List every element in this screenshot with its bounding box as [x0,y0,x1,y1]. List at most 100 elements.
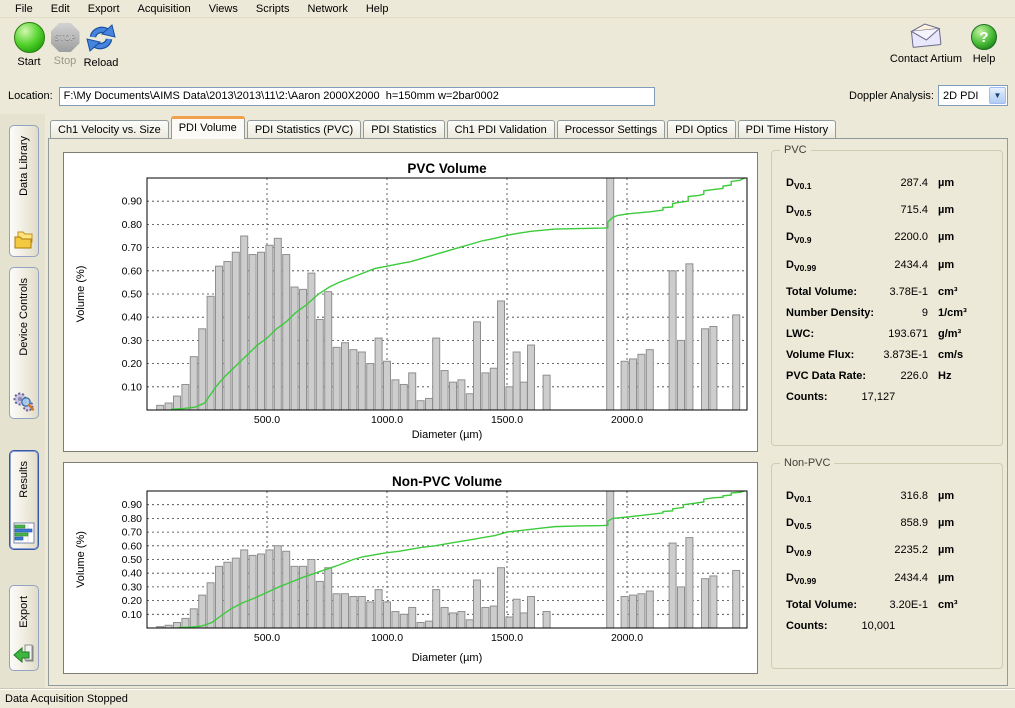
folders-icon [13,229,35,251]
menu-edit[interactable]: Edit [42,1,79,17]
sidebar-item-device-controls[interactable]: Device Controls [9,267,39,419]
tab-pdi-optics[interactable]: PDI Optics [667,120,736,139]
svg-text:0.50: 0.50 [122,554,143,566]
pvc-stats-groupbox: PVC DV0.1 287.4 µm DV0.5 715.4 µm DV0.9 … [771,150,1003,446]
stat-row-nonpvc-counts: Counts: 10,001 [786,620,990,632]
svg-text:0.60: 0.60 [122,265,143,277]
svg-text:0.30: 0.30 [122,335,143,347]
chevron-down-icon[interactable]: ▼ [989,87,1006,104]
non-pvc-volume-chart: 0.100.200.300.400.500.600.700.800.90500.… [63,462,758,674]
menu-bar: File Edit Export Acquisition Views Scrip… [0,0,1015,18]
doppler-analysis-value: 2D PDI [939,90,988,102]
svg-text:0.40: 0.40 [122,568,143,580]
svg-text:Volume (%): Volume (%) [75,531,87,588]
svg-text:0.70: 0.70 [122,242,143,254]
menu-file[interactable]: File [6,1,42,17]
tab-ch1-pdi-validation[interactable]: Ch1 PDI Validation [447,120,555,139]
app-window: File Edit Export Acquisition Views Scrip… [0,0,1015,708]
reload-button[interactable]: Reload [74,22,128,69]
stop-label: Stop [54,55,77,67]
reload-arrows-icon [85,22,117,54]
stat-row-total-volume: Total Volume: 3.20E-1 cm³ [786,599,990,611]
location-label: Location: [8,90,53,102]
tab-strip: Ch1 Velocity vs. Size PDI Volume PDI Sta… [48,116,1008,139]
svg-text:Diameter (µm): Diameter (µm) [412,652,483,664]
svg-text:0.20: 0.20 [122,358,143,370]
export-arrow-icon [13,643,35,665]
menu-export[interactable]: Export [79,1,129,17]
toolbar: Start STOP Stop Reload [0,18,1015,82]
stat-row-dv099: DV0.99 2434.4 µm [786,259,990,273]
status-bar: Data Acquisition Stopped [0,688,1015,708]
stat-row-dv099: DV0.99 2434.4 µm [786,572,990,586]
help-button[interactable]: ? Help [962,22,1006,65]
help-question-icon: ? [971,24,997,50]
sidebar: Data Library Device Controls Results [0,114,45,688]
menu-acquisition[interactable]: Acquisition [129,1,200,17]
reload-label: Reload [84,57,119,69]
svg-text:0.50: 0.50 [122,289,143,301]
sidebar-item-label: Data Library [18,136,30,196]
tab-pdi-statistics[interactable]: PDI Statistics [363,120,444,139]
non-pvc-stats-groupbox: Non-PVC DV0.1 316.8 µm DV0.5 858.9 µm DV… [771,463,1003,669]
svg-text:0.20: 0.20 [122,595,143,607]
status-text: Data Acquisition Stopped [5,693,128,705]
svg-text:1500.0: 1500.0 [491,632,523,644]
stat-row-dv01: DV0.1 287.4 µm [786,177,990,191]
stat-row-number-density: Number Density: 9 1/cm³ [786,307,990,319]
tab-ch1-velocity-vs-size[interactable]: Ch1 Velocity vs. Size [50,120,169,139]
doppler-analysis-label: Doppler Analysis: [849,90,934,102]
svg-text:500.0: 500.0 [254,414,280,426]
stat-row-volume-flux: Volume Flux: 3.873E-1 cm/s [786,349,990,361]
bar-chart-icon [13,522,35,544]
svg-text:PVC Volume: PVC Volume [407,161,487,176]
main-area: Data Library Device Controls Results [0,114,1015,688]
envelope-icon [908,22,944,50]
svg-text:1500.0: 1500.0 [491,414,523,426]
tab-pdi-time-history[interactable]: PDI Time History [738,120,837,139]
stat-row-dv09: DV0.9 2200.0 µm [786,231,990,245]
menu-views[interactable]: Views [200,1,247,17]
sidebar-item-export[interactable]: Export [9,585,39,671]
stat-row-dv09: DV0.9 2235.2 µm [786,544,990,558]
svg-text:1000.0: 1000.0 [371,632,403,644]
svg-text:0.90: 0.90 [122,196,143,208]
pvc-volume-chart: 0.100.200.300.400.500.600.700.800.90500.… [63,152,758,452]
doppler-analysis-select[interactable]: 2D PDI ▼ [938,85,1008,106]
contact-artium-button[interactable]: Contact Artium [886,22,966,65]
svg-text:2000.0: 2000.0 [611,632,643,644]
gears-search-icon [13,391,35,413]
non-pvc-groupbox-title: Non-PVC [780,457,834,469]
svg-text:1000.0: 1000.0 [371,414,403,426]
sidebar-item-label: Export [18,596,30,628]
svg-text:0.70: 0.70 [122,527,143,539]
tab-processor-settings[interactable]: Processor Settings [557,120,665,139]
svg-text:0.30: 0.30 [122,581,143,593]
menu-scripts[interactable]: Scripts [247,1,299,17]
svg-text:Non-PVC Volume: Non-PVC Volume [392,474,502,489]
stat-row-dv05: DV0.5 715.4 µm [786,204,990,218]
stat-row-pvc-data-rate: PVC Data Rate: 226.0 Hz [786,370,990,382]
sidebar-item-data-library[interactable]: Data Library [9,125,39,257]
stat-row-pvc-counts: Counts: 17,127 [786,391,990,403]
stat-row-lwc: LWC: 193.671 g/m³ [786,328,990,340]
tab-page-pdi-volume: 0.100.200.300.400.500.600.700.800.90500.… [48,138,1008,686]
doppler-analysis-group: Doppler Analysis: 2D PDI ▼ [849,85,1008,106]
menu-network[interactable]: Network [298,1,356,17]
svg-text:Diameter (µm): Diameter (µm) [412,429,483,441]
svg-text:0.40: 0.40 [122,312,143,324]
location-input[interactable] [59,87,655,106]
menu-help[interactable]: Help [357,1,398,17]
svg-text:2000.0: 2000.0 [611,414,643,426]
svg-text:500.0: 500.0 [254,632,280,644]
contact-artium-label: Contact Artium [890,53,962,65]
sidebar-item-label: Device Controls [18,278,30,356]
svg-text:0.90: 0.90 [122,499,143,511]
sidebar-item-label: Results [18,461,30,498]
stat-row-dv01: DV0.1 316.8 µm [786,490,990,504]
tab-pdi-statistics-pvc[interactable]: PDI Statistics (PVC) [247,120,361,139]
sidebar-item-results[interactable]: Results [9,450,39,550]
svg-text:0.10: 0.10 [122,609,143,621]
tab-pdi-volume[interactable]: PDI Volume [171,116,245,139]
svg-text:0.60: 0.60 [122,540,143,552]
